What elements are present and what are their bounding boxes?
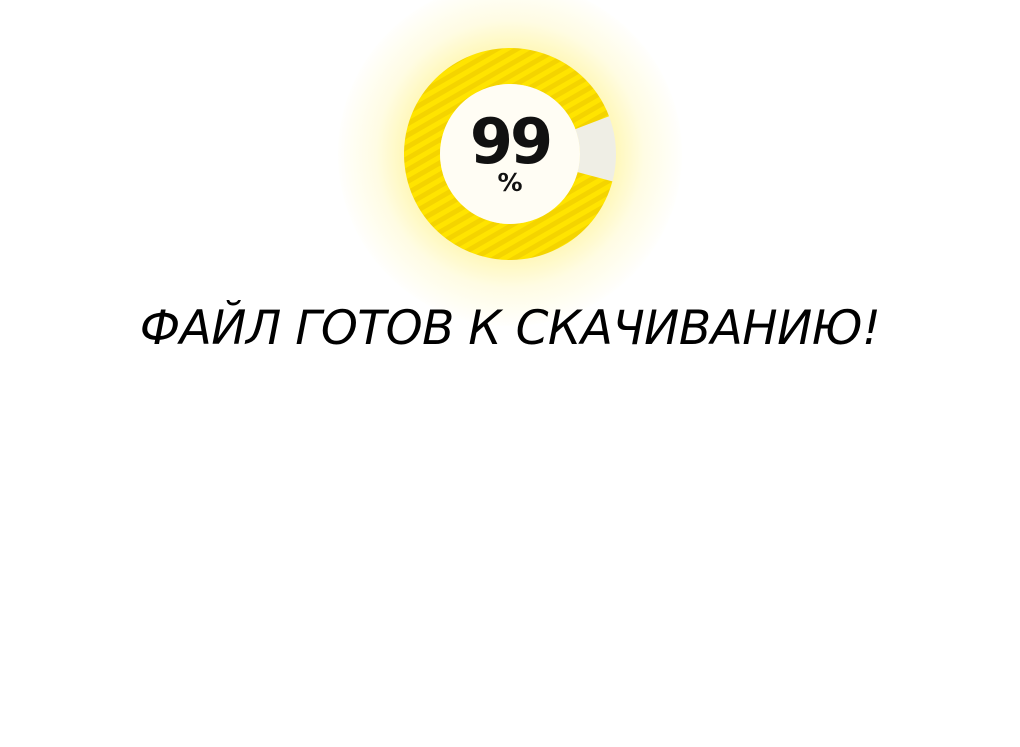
download-progress-ring: 99 %: [338, 0, 682, 326]
download-ready-message: ФАЙЛ ГОТОВ К СКАЧИВАНИЮ!: [139, 301, 881, 356]
progress-percent-sign: %: [497, 168, 523, 197]
